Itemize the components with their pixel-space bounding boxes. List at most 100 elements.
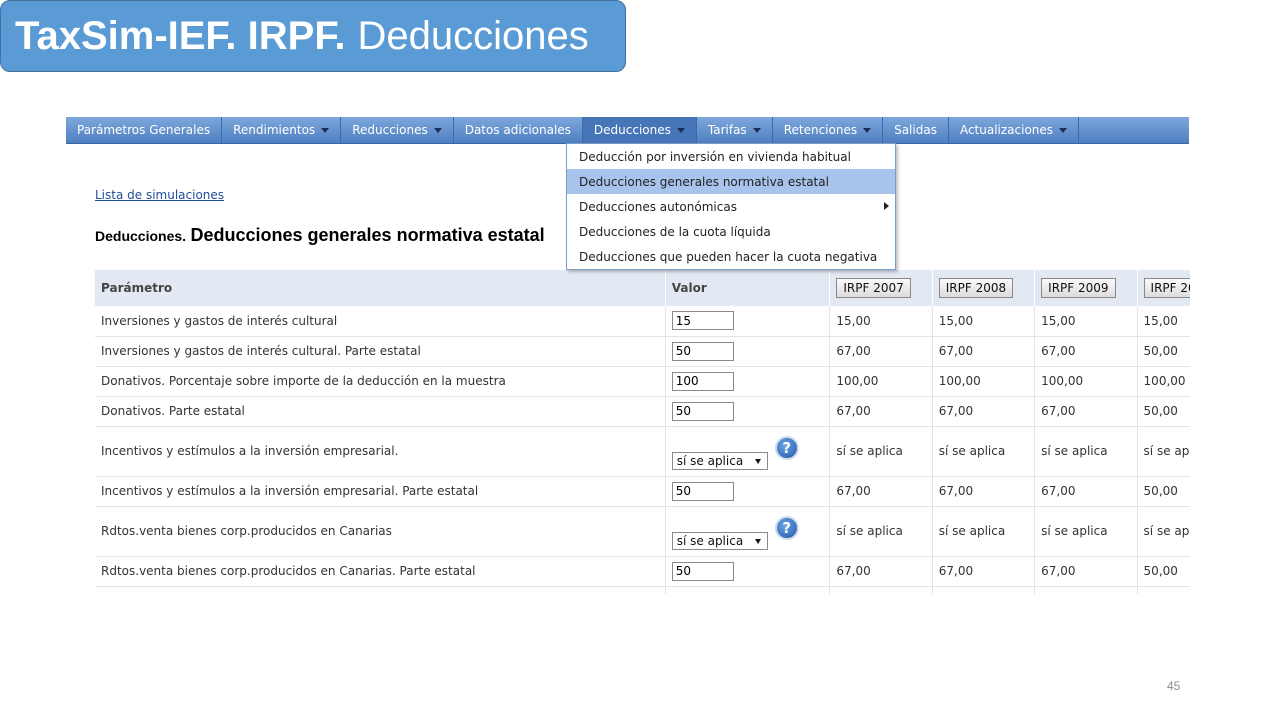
chevron-right-icon — [884, 202, 889, 210]
chevron-down-icon — [754, 538, 761, 544]
param-name: Inversiones y gastos de interés cultural — [95, 306, 666, 337]
menu-label: Rendimientos — [233, 123, 316, 137]
year-value: 67,00 — [1034, 336, 1138, 367]
apply-select[interactable]: sí se aplica — [671, 451, 768, 470]
menu-deducciones[interactable]: Deducciones — [582, 117, 697, 143]
parameters-table-container: Parámetro Valor IRPF 2007 IRPF 2008 IRPF… — [95, 270, 1190, 594]
year-value: 67,00 — [932, 556, 1036, 587]
table-row: Inversiones y gastos de interés cultural… — [95, 336, 1190, 367]
page-heading-section: Deducciones. — [95, 228, 187, 244]
slide-number: 45 — [1167, 679, 1181, 693]
apply-select-value: sí se aplica — [676, 533, 744, 548]
value-cell — [665, 396, 831, 427]
menu-label: Retenciones — [783, 123, 858, 137]
value-cell: sí se aplica ? — [665, 506, 831, 557]
help-icon[interactable]: ? — [774, 435, 799, 460]
dropdown-item-generales-estatal[interactable]: Deducciones generales normativa estatal — [567, 169, 895, 194]
year-value: 100,00 — [1137, 366, 1190, 397]
table-row: Rdtos.venta bienes corp.producidos en Ca… — [95, 506, 1190, 557]
year-value: 67,00 — [932, 476, 1036, 507]
year-value: 15,00 — [932, 306, 1036, 337]
menu-parametros-generales[interactable]: Parámetros Generales — [66, 117, 223, 143]
simulations-list-link[interactable]: Lista de simulaciones — [95, 188, 224, 202]
menu-rendimientos[interactable]: Rendimientos — [222, 117, 342, 143]
menu-tarifas[interactable]: Tarifas — [697, 117, 773, 143]
chevron-down-icon — [676, 127, 685, 133]
year-value: sí se aplica — [829, 506, 933, 557]
dropdown-item-cuota-liquida[interactable]: Deducciones de la cuota líquida — [567, 219, 895, 244]
year-value: 15,00 — [1137, 306, 1190, 337]
year-value: 100,00 — [1034, 366, 1138, 397]
value-input[interactable] — [671, 371, 734, 391]
year-value: 67,00 — [932, 336, 1036, 367]
value-input[interactable] — [671, 341, 734, 361]
year-button-2009[interactable]: IRPF 2009 — [1041, 278, 1116, 298]
year-value: 100,00 — [829, 366, 933, 397]
chevron-down-icon — [754, 458, 761, 464]
table-row: Donativos. Parte estatal 67,00 67,00 67,… — [95, 396, 1190, 427]
menu-label: Salidas — [894, 123, 937, 137]
year-value: sí se aplica — [1034, 506, 1138, 557]
value-input[interactable] — [671, 401, 734, 421]
menu-label: Reducciones — [352, 123, 428, 137]
column-header-year: IRPF 2009 — [1034, 270, 1138, 306]
param-name: Donativos. Porcentaje sobre importe de l… — [95, 366, 666, 397]
column-header-year: IRPF 2008 — [932, 270, 1036, 306]
menu-actualizaciones[interactable]: Actualizaciones — [949, 117, 1080, 143]
dropdown-item-cuota-negativa[interactable]: Deducciones que pueden hacer la cuota ne… — [567, 244, 895, 269]
column-header-valor: Valor — [665, 270, 831, 306]
apply-select[interactable]: sí se aplica — [671, 531, 768, 550]
table-row — [95, 586, 1190, 594]
dropdown-item-autonomicas[interactable]: Deducciones autonómicas — [567, 194, 895, 219]
value-cell: sí se aplica ? — [665, 426, 831, 477]
year-value: sí se aplica — [1137, 426, 1190, 477]
value-input[interactable] — [671, 481, 734, 501]
chevron-down-icon — [752, 127, 761, 133]
param-name: Incentivos y estímulos a la inversión em… — [95, 426, 666, 477]
menu-retenciones[interactable]: Retenciones — [773, 117, 884, 143]
table-row: Donativos. Porcentaje sobre importe de l… — [95, 366, 1190, 397]
menu-label: Tarifas — [707, 123, 747, 137]
year-value: sí se aplica — [829, 426, 933, 477]
year-value: 50,00 — [1137, 476, 1190, 507]
value-cell — [665, 366, 831, 397]
param-name: Donativos. Parte estatal — [95, 396, 666, 427]
dropdown-item-vivienda[interactable]: Deducción por inversión en vivienda habi… — [567, 144, 895, 169]
year-value: 67,00 — [1034, 476, 1138, 507]
param-name: Rdtos.venta bienes corp.producidos en Ca… — [95, 556, 666, 587]
year-button-2010[interactable]: IRPF 2010 — [1143, 278, 1190, 298]
help-icon[interactable]: ? — [774, 515, 799, 540]
menu-datos-adicionales[interactable]: Datos adicionales — [454, 117, 583, 143]
year-value: 50,00 — [1137, 556, 1190, 587]
year-value: 15,00 — [1034, 306, 1138, 337]
value-cell — [665, 476, 831, 507]
year-value: sí se aplica — [1034, 426, 1138, 477]
page-heading-title: Deducciones generales normativa estatal — [190, 225, 545, 245]
slide-title-normal: Deducciones — [357, 13, 589, 58]
column-header-parametro: Parámetro — [95, 270, 666, 306]
param-name: Inversiones y gastos de interés cultural… — [95, 336, 666, 367]
parameters-table: Parámetro Valor IRPF 2007 IRPF 2008 IRPF… — [95, 270, 1190, 594]
column-header-year: IRPF 2010 — [1137, 270, 1190, 306]
year-value: 67,00 — [829, 476, 933, 507]
value-cell — [665, 336, 831, 367]
column-header-year: IRPF 2007 — [829, 270, 933, 306]
table-row: Inversiones y gastos de interés cultural… — [95, 306, 1190, 337]
menu-reducciones[interactable]: Reducciones — [341, 117, 454, 143]
value-input[interactable] — [671, 311, 734, 331]
year-value: 67,00 — [1034, 556, 1138, 587]
year-button-2008[interactable]: IRPF 2008 — [938, 278, 1014, 298]
value-input[interactable] — [671, 561, 734, 581]
menu-label: Actualizaciones — [959, 123, 1054, 137]
table-row: Rdtos.venta bienes corp.producidos en Ca… — [95, 556, 1190, 587]
year-value: 67,00 — [932, 396, 1036, 427]
menu-label: Datos adicionales — [464, 123, 571, 137]
year-button-2007[interactable]: IRPF 2007 — [836, 278, 911, 298]
chevron-down-icon — [321, 127, 330, 133]
chevron-down-icon — [433, 127, 442, 133]
year-value: 50,00 — [1137, 396, 1190, 427]
year-value: 67,00 — [829, 336, 933, 367]
menu-salidas[interactable]: Salidas — [883, 117, 949, 143]
chevron-down-icon — [1059, 127, 1068, 133]
year-value: sí se aplica — [932, 506, 1036, 557]
